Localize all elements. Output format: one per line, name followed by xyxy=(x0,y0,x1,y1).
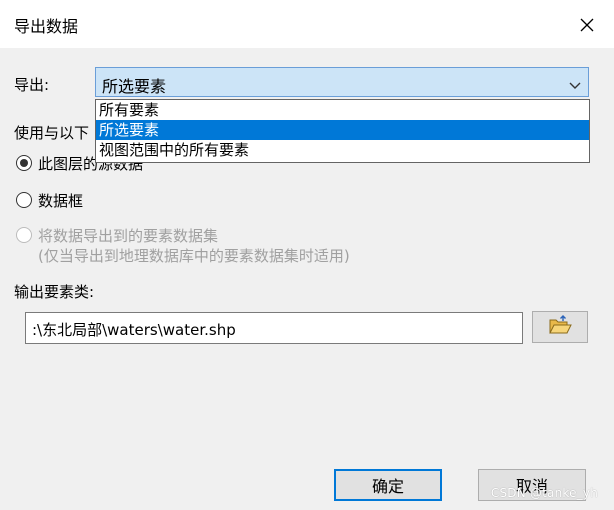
coord-dataset-label: 将数据导出到的要素数据集 xyxy=(38,227,219,245)
export-option-all[interactable]: 所有要素 xyxy=(96,100,589,120)
export-label: 导出: xyxy=(14,76,50,94)
export-option-selected[interactable]: 所选要素 xyxy=(96,120,589,140)
browse-button[interactable] xyxy=(532,311,588,343)
output-path-value: :\东北局部\waters\water.shp xyxy=(32,321,236,339)
export-option-view-extent[interactable]: 视图范围中的所有要素 xyxy=(96,140,589,160)
coord-dataframe-radio[interactable] xyxy=(16,192,32,208)
output-path-input[interactable]: :\东北局部\waters\water.shp xyxy=(25,312,523,344)
coord-dataset-note: (仅当导出到地理数据库中的要素数据集时适用) xyxy=(38,247,350,265)
chevron-down-icon[interactable] xyxy=(568,76,582,95)
coord-dataframe-label: 数据框 xyxy=(38,192,84,210)
ok-button[interactable]: 确定 xyxy=(334,469,442,501)
export-select[interactable]: 所选要素 xyxy=(95,67,589,97)
coord-source-radio[interactable] xyxy=(16,155,32,171)
export-dropdown-list: 所有要素 所选要素 视图范围中的所有要素 xyxy=(95,99,590,163)
window-title: 导出数据 xyxy=(14,17,79,36)
coordinate-system-label: 使用与以下 xyxy=(14,124,90,142)
watermark: CSDN @tanke_yh xyxy=(490,486,598,500)
output-feature-class-label: 输出要素类: xyxy=(14,283,95,301)
coord-dataset-radio xyxy=(16,227,32,243)
title-bar: 导出数据 xyxy=(0,0,614,48)
close-icon[interactable] xyxy=(570,8,604,42)
export-select-value: 所选要素 xyxy=(102,77,167,96)
ok-button-label: 确定 xyxy=(371,477,404,496)
folder-open-icon xyxy=(548,315,572,339)
